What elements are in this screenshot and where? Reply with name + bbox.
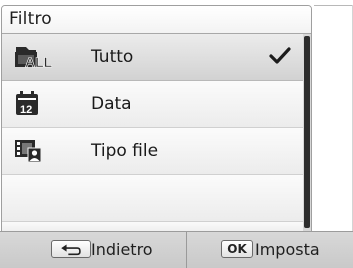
filter-option-file-type[interactable]: Tipo file	[2, 128, 303, 175]
filter-dialog: Filtro ALL Tutto 12 Data Tipo file	[1, 5, 312, 232]
ok-key-text: OK	[227, 242, 247, 256]
screen: Filtro ALL Tutto 12 Data Tipo file Indie…	[0, 0, 353, 268]
svg-text:12: 12	[20, 104, 32, 116]
ok-key-cap: OK	[221, 240, 253, 258]
filter-option-label: Tipo file	[91, 141, 159, 161]
filter-option-label: Tutto	[91, 47, 134, 67]
back-key-cap	[51, 240, 91, 258]
empty-list-row	[2, 175, 303, 222]
softkey-bar: Indietro OK Imposta	[0, 231, 353, 268]
filter-option-all[interactable]: ALL Tutto	[2, 34, 303, 81]
ok-label: Imposta	[255, 240, 320, 259]
back-arrow-icon	[61, 244, 81, 256]
filter-options-list: ALL Tutto 12 Data Tipo file	[2, 34, 303, 231]
back-label: Indietro	[91, 240, 153, 259]
all-files-icon: ALL	[15, 47, 53, 70]
calendar-icon: 12	[16, 91, 38, 116]
filter-option-label: Data	[91, 94, 132, 114]
scrollbar-thumb[interactable]	[304, 36, 310, 228]
dialog-title: Filtro	[9, 9, 52, 29]
svg-text:ALL: ALL	[25, 54, 53, 70]
empty-list-row	[2, 222, 303, 231]
dialog-title-bar: Filtro	[2, 6, 311, 34]
back-softkey[interactable]: Indietro	[0, 232, 186, 268]
filter-option-date[interactable]: 12 Data	[2, 81, 303, 128]
file-type-icon	[15, 140, 42, 163]
checkmark-icon	[269, 47, 291, 64]
background-line	[314, 5, 353, 6]
ok-softkey[interactable]: OK Imposta	[187, 232, 353, 268]
